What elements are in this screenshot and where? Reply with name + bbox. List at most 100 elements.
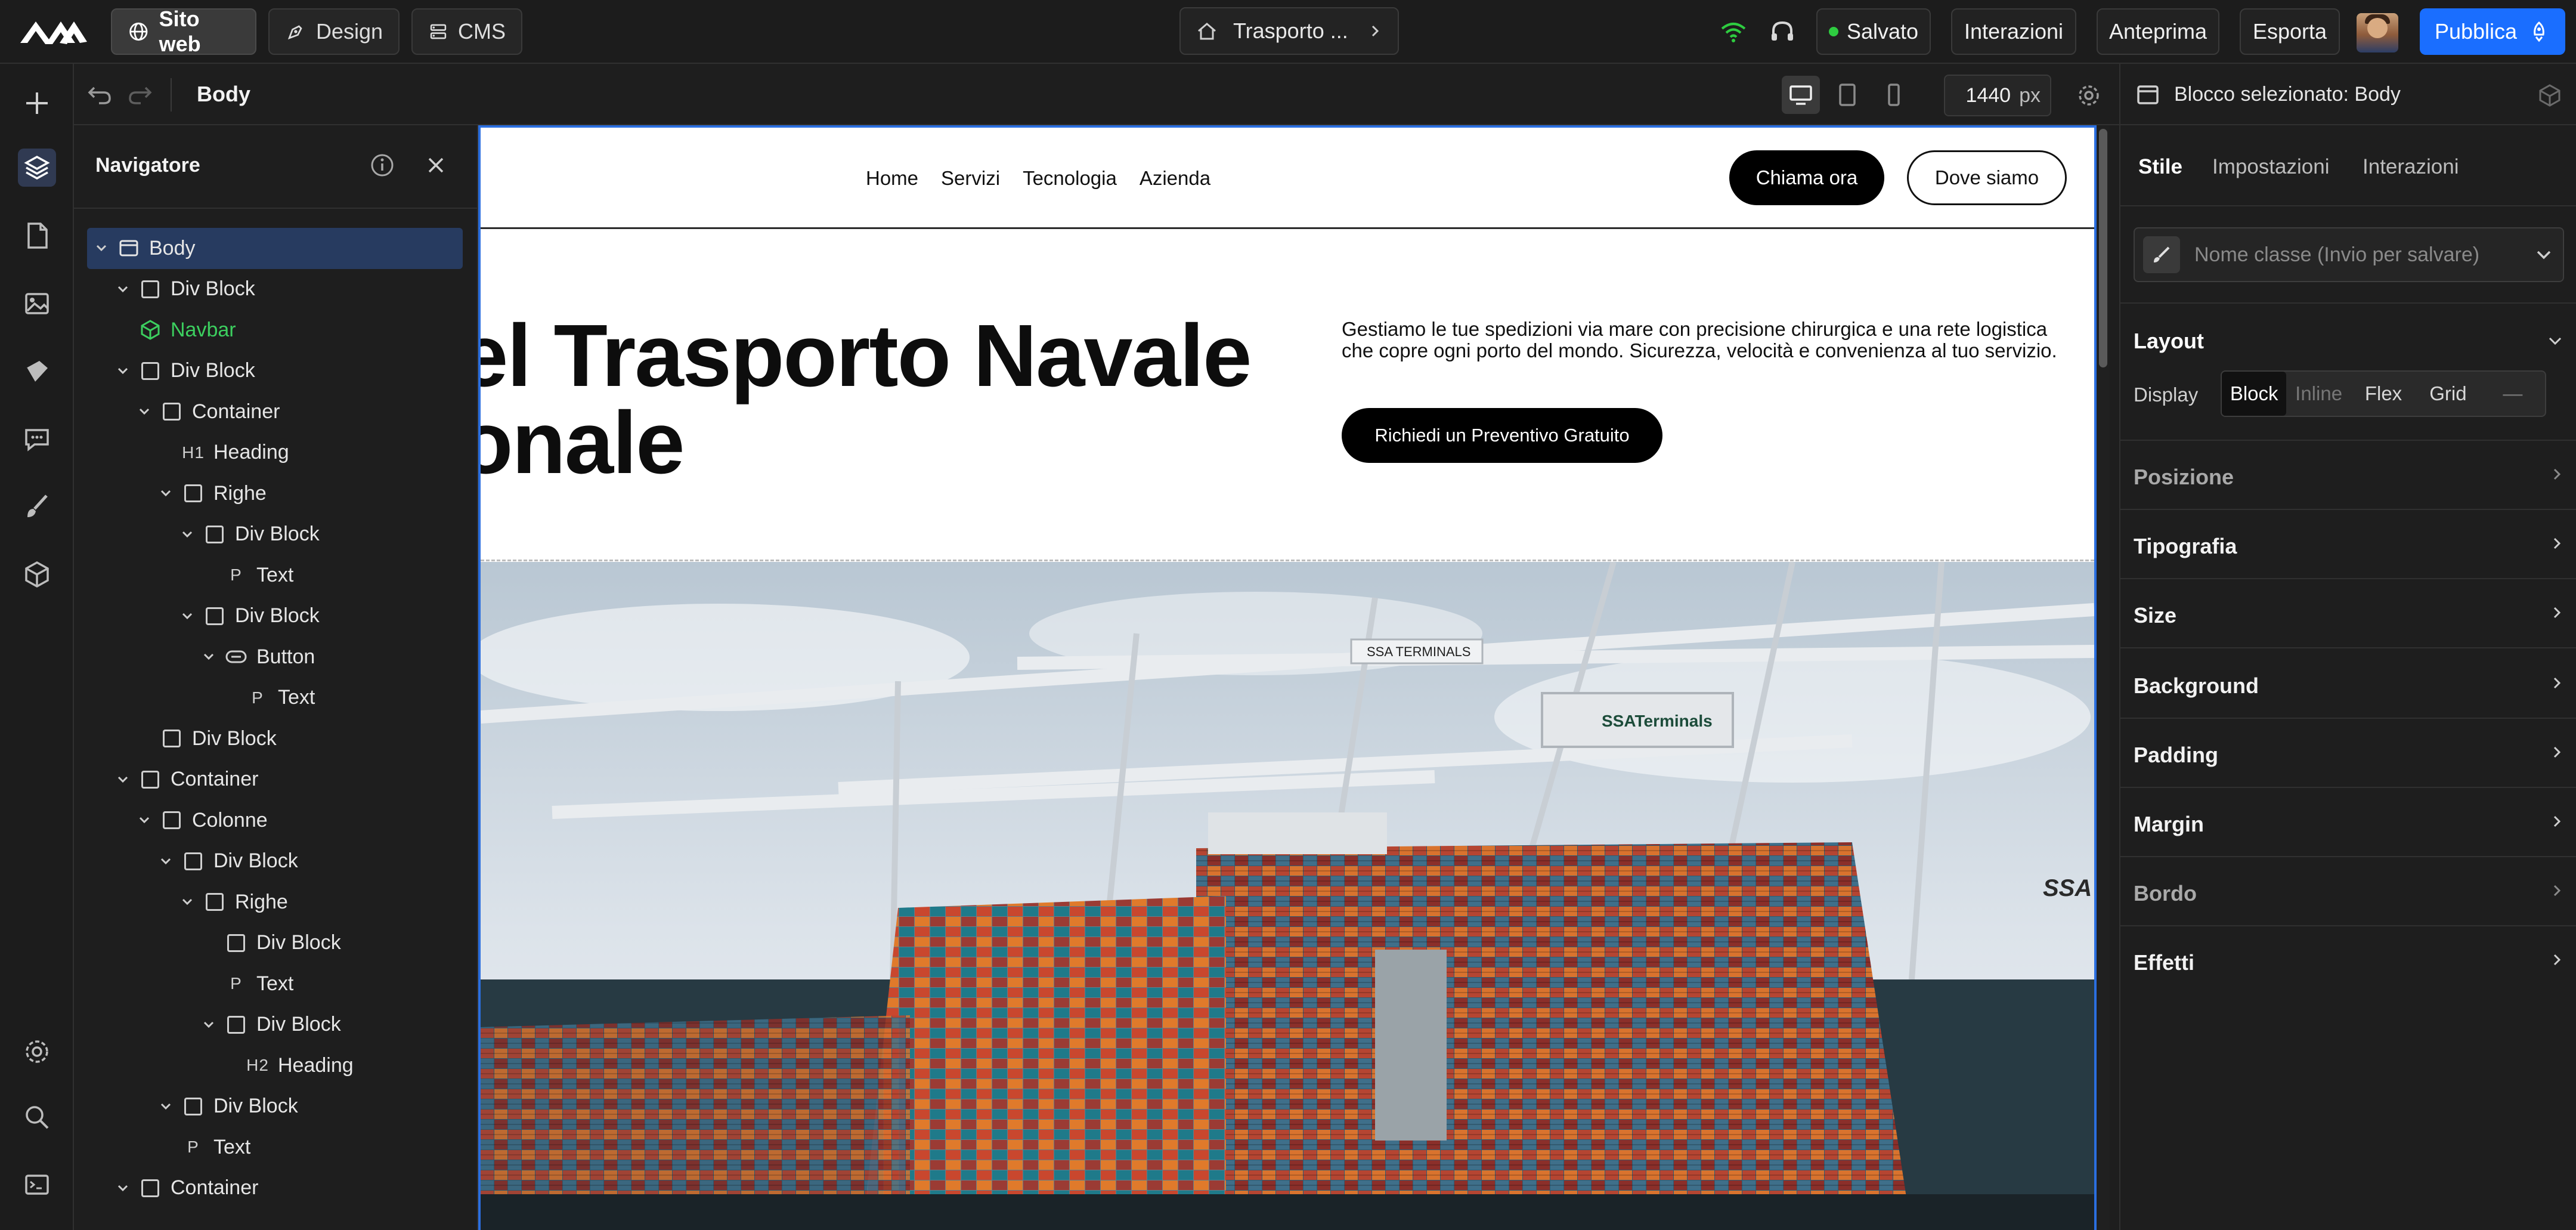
page-selector[interactable]: Trasporto ...	[1179, 7, 1399, 55]
display-grid-option[interactable]: Grid	[2416, 372, 2480, 416]
nav-link-company[interactable]: Azienda	[1140, 167, 1210, 190]
search-icon[interactable]	[18, 1098, 56, 1136]
close-icon[interactable]	[422, 152, 450, 179]
chevron-down-icon[interactable]	[134, 401, 155, 422]
canvas-scrollbar-thumb[interactable]	[2099, 129, 2107, 367]
chevron-down-icon[interactable]	[198, 646, 219, 667]
brush-icon[interactable]	[18, 487, 56, 526]
canvas-width-input[interactable]: 1440 px	[1944, 75, 2051, 116]
chevron-down-icon[interactable]	[155, 483, 177, 504]
cms-tab[interactable]: CMS	[411, 8, 522, 55]
navigator-item[interactable]: Div Block	[87, 1005, 463, 1046]
app-logo-icon[interactable]	[18, 13, 89, 50]
canvas-settings-icon[interactable]	[2075, 82, 2103, 109]
navigator-item[interactable]: Container	[87, 1168, 463, 1209]
chevron-down-icon[interactable]	[2546, 332, 2564, 350]
navigator-item[interactable]: Div Block	[87, 596, 463, 637]
navigator-item[interactable]: Div Block	[87, 351, 463, 392]
chevron-down-icon[interactable]	[155, 851, 177, 872]
info-icon[interactable]	[369, 152, 396, 179]
section-effects[interactable]: Effetti	[2120, 926, 2576, 996]
navigator-item[interactable]: P Text	[87, 1127, 463, 1168]
mobile-view-button[interactable]	[1875, 76, 1913, 114]
design-canvas[interactable]: Home Servizi Tecnologia Azienda Chiama o…	[478, 125, 2097, 1230]
display-inline-option[interactable]: Inline	[2286, 372, 2351, 416]
navigator-item[interactable]: Righe	[87, 473, 463, 514]
user-avatar[interactable]	[2357, 13, 2398, 52]
chevron-down-icon[interactable]	[198, 1014, 219, 1036]
where-we-are-button[interactable]: Dove siamo	[1907, 150, 2067, 205]
navigator-item[interactable]: Container	[87, 391, 463, 432]
navigator-item[interactable]: Righe	[87, 882, 463, 923]
display-none-option[interactable]: —	[2481, 372, 2545, 416]
tab-interactions[interactable]: Interazioni	[2363, 155, 2459, 179]
component-outline-icon[interactable]	[2537, 82, 2563, 108]
chevron-down-icon[interactable]	[91, 237, 112, 259]
chevron-down-icon[interactable]	[177, 891, 198, 913]
display-flex-option[interactable]: Flex	[2351, 372, 2416, 416]
tablet-view-button[interactable]	[1828, 76, 1866, 114]
chevron-down-icon[interactable]	[112, 360, 134, 382]
navigator-item[interactable]: Div Block	[87, 841, 463, 882]
redo-icon[interactable]	[126, 81, 154, 108]
layout-title[interactable]: Layout	[2134, 329, 2204, 354]
preview-button[interactable]: Anteprima	[2097, 8, 2219, 55]
navigator-item[interactable]: Div Block	[87, 1086, 463, 1127]
display-block-option[interactable]: Block	[2222, 372, 2287, 416]
tab-settings[interactable]: Impostazioni	[2212, 155, 2329, 179]
hero-paragraph[interactable]: Gestiamo le tue spedizioni via mare con …	[1342, 319, 2069, 361]
design-tab[interactable]: Design	[268, 8, 400, 55]
publish-button[interactable]: Pubblica	[2420, 8, 2565, 55]
navigator-item[interactable]: P Text	[87, 555, 463, 596]
port-hero-image[interactable]: SSATerminals SSA TERMINALS SSA	[481, 562, 2094, 1230]
chevron-down-icon[interactable]	[112, 1178, 134, 1199]
navigator-item[interactable]: Div Block	[87, 514, 463, 555]
nav-link-home[interactable]: Home	[866, 167, 918, 190]
navigator-item[interactable]: H1 Heading	[87, 432, 463, 474]
nav-link-technology[interactable]: Tecnologia	[1023, 167, 1117, 190]
navigator-item[interactable]: P Text	[87, 678, 463, 719]
section-position[interactable]: Posizione	[2120, 441, 2576, 510]
nav-link-services[interactable]: Servizi	[941, 167, 1000, 190]
export-button[interactable]: Esporta	[2240, 8, 2340, 55]
code-panel-icon[interactable]	[18, 1165, 56, 1203]
navigator-item[interactable]: Container	[87, 759, 463, 801]
chevron-down-icon[interactable]	[177, 605, 198, 627]
class-name-input[interactable]: Nome classe (Invio per salvare)	[2134, 227, 2564, 282]
section-background[interactable]: Background	[2120, 650, 2576, 719]
component-icon[interactable]	[18, 353, 56, 391]
hero-heading[interactable]: el Trasporto Navale onale	[481, 312, 1252, 487]
site-navbar[interactable]: Home Servizi Tecnologia Azienda Chiama o…	[481, 128, 2094, 229]
navigator-item[interactable]: Colonne	[87, 800, 463, 841]
interactions-button[interactable]: Interazioni	[1951, 8, 2076, 55]
navigator-item[interactable]: Body	[87, 228, 463, 269]
cube-icon[interactable]	[18, 555, 56, 594]
image-icon[interactable]	[18, 285, 56, 323]
navigator-item[interactable]: Div Block	[87, 269, 463, 310]
call-now-button[interactable]: Chiama ora	[1729, 150, 1884, 205]
desktop-view-button[interactable]	[1782, 76, 1820, 114]
navigator-item[interactable]: Button	[87, 636, 463, 678]
section-border[interactable]: Bordo	[2120, 857, 2576, 926]
headphones-icon[interactable]	[1767, 17, 1797, 47]
layers-icon[interactable]	[18, 149, 56, 187]
undo-icon[interactable]	[86, 81, 113, 108]
section-padding[interactable]: Padding	[2120, 719, 2576, 788]
settings-gear-icon[interactable]	[18, 1033, 56, 1071]
chevron-down-icon[interactable]	[2533, 244, 2555, 265]
navigator-item[interactable]: Div Block	[87, 923, 463, 964]
chevron-down-icon[interactable]	[134, 809, 155, 831]
tab-style[interactable]: Stile	[2138, 155, 2182, 179]
navigator-item[interactable]: Navbar	[87, 310, 463, 351]
chevron-down-icon[interactable]	[112, 279, 134, 300]
chevron-down-icon[interactable]	[112, 769, 134, 790]
chevron-down-icon[interactable]	[155, 1096, 177, 1117]
navigator-item[interactable]: P Text	[87, 963, 463, 1005]
section-typography[interactable]: Tipografia	[2120, 510, 2576, 579]
add-icon[interactable]	[18, 84, 56, 122]
chevron-down-icon[interactable]	[177, 524, 198, 545]
navigator-item[interactable]: Div Block	[87, 718, 463, 759]
site-tab[interactable]: Sito web	[111, 7, 256, 56]
page-icon[interactable]	[18, 217, 56, 255]
section-margin[interactable]: Margin	[2120, 788, 2576, 857]
